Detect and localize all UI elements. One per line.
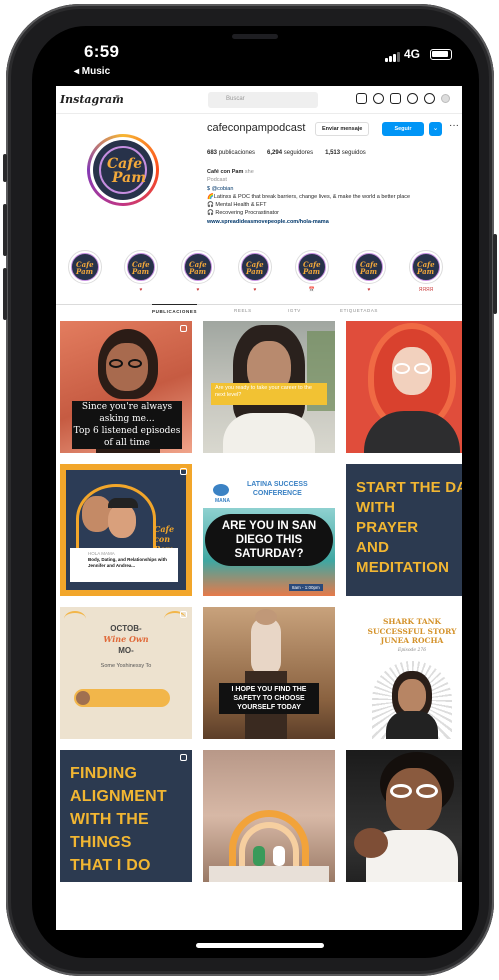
post-caption: START THE DAYWITHPRAYERANDMEDITATION xyxy=(356,479,462,576)
time-label: 8am - 1:00pm xyxy=(289,584,323,591)
home-icon[interactable] xyxy=(356,93,367,104)
home-indicator[interactable] xyxy=(196,943,324,948)
post-tile[interactable]: SHARK TANK SUCCESSFUL STORY JUNEA ROCHA Ep… xyxy=(346,607,462,739)
bio-line: 🎧 Mental Health & EFT xyxy=(207,202,267,209)
highlight-label: ♥ xyxy=(196,287,200,293)
post-tile[interactable]: MANA LATINA SUCCESS CONFERENCE ARE YOU IN… xyxy=(203,464,335,596)
reel-icon xyxy=(180,325,187,332)
post-caption: FINDING ALIGNMENT WITH THE THINGS THAT I DO xyxy=(70,765,167,874)
volume-up-button xyxy=(3,204,7,256)
post-subcaption: Some Yoshinessy To xyxy=(100,663,152,669)
story-highlight[interactable]: Cafe Pam ♥ xyxy=(124,250,158,293)
story-highlight[interactable]: Cafe Pam ♥ xyxy=(181,250,215,293)
post-caption: Since you're always asking me... Top 6 lis… xyxy=(72,401,182,449)
options-icon[interactable]: ··· xyxy=(449,120,459,131)
igtv-icon xyxy=(180,611,187,618)
story-highlight[interactable]: Cafe Pam 📅 xyxy=(295,250,329,293)
tab-posts[interactable]: PUBLICACIONES xyxy=(152,304,198,314)
new-post-icon[interactable] xyxy=(390,93,401,104)
post-tile[interactable]: FINDING ALIGNMENT WITH THE THINGS THAT I DO xyxy=(60,750,192,882)
avatar-text-pam: Pam xyxy=(112,170,147,186)
post-caption: Are you ready to take your career to the… xyxy=(211,383,327,405)
follow-button[interactable]: Seguir xyxy=(382,122,424,136)
volume-down-button xyxy=(3,268,7,320)
username: cafeconpampodcast xyxy=(207,122,306,134)
tab-reels[interactable]: REELS xyxy=(234,308,252,313)
post-caption: OCTOB- Wine Own MO- xyxy=(103,624,149,655)
bio-line: 🎧 Recovering Procrastinator xyxy=(207,210,279,217)
post-tile[interactable]: OCTOB- Wine Own MO- Some Yoshinessy To xyxy=(60,607,192,739)
profile-stats: 683 publicaciones 6,294 seguidores 1,513… xyxy=(207,150,366,156)
messenger-icon[interactable] xyxy=(373,93,384,104)
profile-tabs: PUBLICACIONES REELS IGTV ETIQUETADAS xyxy=(56,304,462,318)
mute-switch xyxy=(3,154,7,182)
person-image xyxy=(251,617,281,677)
pronoun: she xyxy=(244,169,254,175)
highlight-label: ЯЯЯЯ xyxy=(418,287,434,293)
post-tile[interactable]: Since you're always asking me... Top 6 lis… xyxy=(60,321,192,453)
post-tile[interactable]: Are you ready to take your career to the… xyxy=(203,321,335,453)
story-highlight[interactable]: Cafe Pam xyxy=(68,250,102,293)
highlight-label: ♥ xyxy=(139,287,143,293)
conference-title: LATINA SUCCESS CONFERENCE xyxy=(247,481,308,497)
post-tile[interactable] xyxy=(346,750,462,882)
back-to-app-link[interactable]: ◂ Music xyxy=(74,66,110,77)
profile-bio: Café con Pam she Podcast $ @cobian 🌈Lati… xyxy=(207,168,462,226)
instagram-page: Instagram ▼ Buscar Cafe Pam cafeconpampo… xyxy=(56,86,462,930)
network-type: 4G xyxy=(404,47,421,61)
tab-tagged[interactable]: ETIQUETADAS xyxy=(340,308,378,313)
category-label: Podcast xyxy=(207,177,227,184)
igtv-icon xyxy=(180,468,187,475)
suggested-dropdown-button[interactable]: ⌄ xyxy=(429,122,442,136)
profile-icon[interactable] xyxy=(441,94,450,103)
post-tile[interactable]: Cafe con Pam HOLA MAMA Body, Dating, and… xyxy=(60,464,192,596)
nav-icons xyxy=(356,93,450,104)
followers-count[interactable]: 6,294 seguidores xyxy=(267,150,313,156)
heart-icon[interactable] xyxy=(424,93,435,104)
highlight-label: ♥ xyxy=(253,287,257,293)
battery-icon xyxy=(430,49,452,60)
following-count[interactable]: 1,513 seguidos xyxy=(325,150,366,156)
story-highlights: Cafe Pam Cafe Pam ♥ Cafe Pam ♥ Cafe Pam ♥ Cafe Pam 📅 C… xyxy=(56,244,462,304)
avatar[interactable]: Cafe Pam xyxy=(87,134,159,206)
send-message-button[interactable]: Enviar mensaje xyxy=(315,122,370,136)
chevron-down-icon[interactable]: ▼ xyxy=(114,94,121,101)
screen: 6:59 ◂ Music 4G Instagram ▼ Buscar Cafe … xyxy=(32,26,479,958)
bio-handle[interactable]: $ @cobian xyxy=(207,185,462,193)
highlight-label xyxy=(68,287,102,293)
story-highlight[interactable]: Cafe Pam ♥ xyxy=(352,250,386,293)
avatar-text-cafe: Cafe xyxy=(107,156,143,172)
post-tile[interactable]: START THE DAYWITHPRAYERANDMEDITATION xyxy=(346,464,462,596)
posts-count[interactable]: 683 publicaciones xyxy=(207,150,255,156)
phone-frame: 6:59 ◂ Music 4G Instagram ▼ Buscar Cafe … xyxy=(3,4,497,976)
post-tile[interactable] xyxy=(203,750,335,882)
story-highlight[interactable]: Cafe Pam ♥ xyxy=(238,250,272,293)
post-caption: SHARK TANK SUCCESSFUL STORY JUNEA ROCHA Ep… xyxy=(367,617,457,653)
power-button xyxy=(493,234,497,314)
post-tile[interactable]: I HOPE YOU FIND THE SAFETY TO CHOOSE YOURS… xyxy=(203,607,335,739)
bio-link[interactable]: www.spreadideasmovepeople.com/hola-mama xyxy=(207,218,462,226)
top-nav: Instagram ▼ Buscar xyxy=(56,86,462,114)
post-caption: ARE YOU IN SAN DIEGO THIS SATURDAY? xyxy=(205,514,333,566)
tab-igtv[interactable]: IGTV xyxy=(288,308,301,313)
post-caption: I HOPE YOU FIND THE SAFETY TO CHOOSE YOURS… xyxy=(219,683,319,714)
bio-line: 🌈Latinxs & POC that break barriers, chan… xyxy=(207,193,411,200)
igtv-icon xyxy=(180,754,187,761)
profile-header: Cafe Pam cafeconpampodcast Enviar mensaj… xyxy=(56,114,462,244)
notch xyxy=(172,26,338,56)
signal-icon xyxy=(385,51,400,62)
display-name: Café con Pam xyxy=(207,169,244,175)
story-highlight[interactable]: Cafe Pam ЯЯЯЯ xyxy=(409,250,443,293)
explore-icon[interactable] xyxy=(407,93,418,104)
status-time: 6:59 xyxy=(84,42,120,61)
search-input[interactable]: Buscar xyxy=(208,92,318,108)
episode-card: HOLA MAMA Body, Dating, and Relationship… xyxy=(70,548,178,582)
post-tile[interactable] xyxy=(346,321,462,453)
org-label: MANA xyxy=(215,498,230,504)
highlight-label: ♥ xyxy=(367,287,371,293)
highlight-label: 📅 xyxy=(308,287,316,293)
